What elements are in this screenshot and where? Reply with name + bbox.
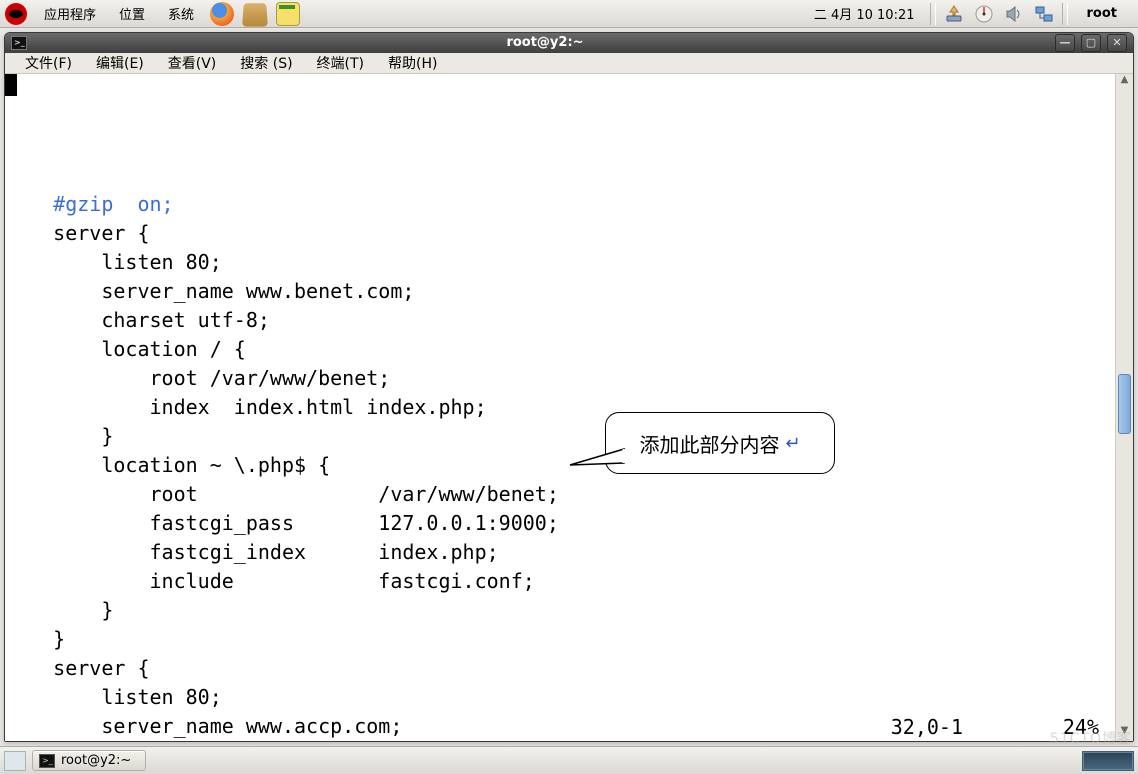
- code-line: location ~ \.php$ {: [5, 451, 1115, 480]
- vim-position: 32,0-1: [891, 715, 963, 739]
- panel-separator: [930, 3, 936, 25]
- close-button[interactable]: ✕: [1107, 34, 1127, 52]
- cpu-monitor-icon[interactable]: [973, 3, 995, 25]
- workspace-switcher[interactable]: [1082, 751, 1134, 771]
- maximize-button[interactable]: ▢: [1081, 34, 1101, 52]
- code-line: server {: [5, 654, 1115, 683]
- places-menu[interactable]: 位置: [109, 4, 155, 23]
- minimize-button[interactable]: —: [1055, 34, 1075, 52]
- scroll-up-arrow-icon[interactable]: ▲: [1116, 74, 1133, 90]
- code-line: root /var/www/benet;: [5, 480, 1115, 509]
- annotation-callout: 添加此部分内容 ↵: [605, 412, 835, 474]
- update-icon[interactable]: [943, 3, 965, 25]
- notes-icon[interactable]: [276, 2, 300, 26]
- task-label: root@y2:~: [61, 753, 131, 768]
- code-line: fastcgi_pass 127.0.0.1:9000;: [5, 509, 1115, 538]
- show-desktop-icon[interactable]: [4, 751, 26, 771]
- callout-tail-icon: [568, 443, 624, 483]
- titlebar[interactable]: root@y2:~ — ▢ ✕: [5, 33, 1133, 53]
- top-panel: 应用程序 位置 系统 二 4月 10 10:21 root: [0, 0, 1138, 28]
- terminal-output[interactable]: #gzip on; server { listen 80; server_nam…: [5, 74, 1115, 741]
- taskbar-item-terminal[interactable]: root@y2:~: [32, 750, 146, 771]
- code-line: server_name www.benet.com;: [5, 277, 1115, 306]
- code-line: [5, 161, 1115, 190]
- menu-search[interactable]: 搜索 (S): [228, 53, 304, 73]
- code-line: server {: [5, 219, 1115, 248]
- code-line: }: [5, 625, 1115, 654]
- code-line: }: [5, 422, 1115, 451]
- vim-percent: 24%: [1063, 715, 1099, 739]
- window-title: root@y2:~: [35, 35, 1055, 50]
- code-line: fastcgi_index index.php;: [5, 538, 1115, 567]
- scroll-down-arrow-icon[interactable]: ▼: [1116, 725, 1133, 741]
- code-line: #gzip on;: [5, 190, 1115, 219]
- terminal-icon: [11, 36, 27, 50]
- code-line: charset utf-8;: [5, 306, 1115, 335]
- firefox-icon[interactable]: [210, 2, 234, 26]
- menu-file[interactable]: 文件(F): [13, 53, 84, 73]
- cursor: [5, 74, 17, 96]
- menu-terminal[interactable]: 终端(T): [305, 53, 376, 73]
- package-manager-icon[interactable]: [242, 3, 268, 26]
- applications-menu[interactable]: 应用程序: [34, 4, 106, 23]
- clock[interactable]: 二 4月 10 10:21: [802, 4, 927, 23]
- callout-text: 添加此部分内容: [639, 429, 779, 458]
- menu-help[interactable]: 帮助(H): [376, 53, 449, 73]
- terminal-icon: [39, 754, 55, 768]
- code-line: listen 80;: [5, 683, 1115, 712]
- code-line: include fastcgi.conf;: [5, 567, 1115, 596]
- system-menu[interactable]: 系统: [158, 4, 204, 23]
- terminal-window: root@y2:~ — ▢ ✕ 文件(F) 编辑(E) 查看(V) 搜索 (S)…: [4, 32, 1134, 742]
- code-line: root /var/www/benet;: [5, 364, 1115, 393]
- distro-logo-icon[interactable]: [5, 3, 27, 25]
- menubar: 文件(F) 编辑(E) 查看(V) 搜索 (S) 终端(T) 帮助(H): [5, 53, 1133, 74]
- user-menu[interactable]: root: [1071, 6, 1134, 21]
- menu-edit[interactable]: 编辑(E): [84, 53, 156, 73]
- menu-view[interactable]: 查看(V): [156, 53, 229, 73]
- code-line: location / {: [5, 335, 1115, 364]
- code-line: index index.html index.php;: [5, 393, 1115, 422]
- volume-icon[interactable]: [1003, 3, 1025, 25]
- bottom-taskbar: root@y2:~: [0, 746, 1138, 774]
- code-line: listen 80;: [5, 248, 1115, 277]
- panel-separator: [1062, 3, 1068, 25]
- scrollbar[interactable]: ▲ ▼: [1115, 74, 1133, 741]
- return-arrow-icon: ↵: [785, 433, 800, 454]
- code-line: }: [5, 596, 1115, 625]
- scrollbar-thumb[interactable]: [1118, 374, 1131, 434]
- network-icon[interactable]: [1033, 3, 1055, 25]
